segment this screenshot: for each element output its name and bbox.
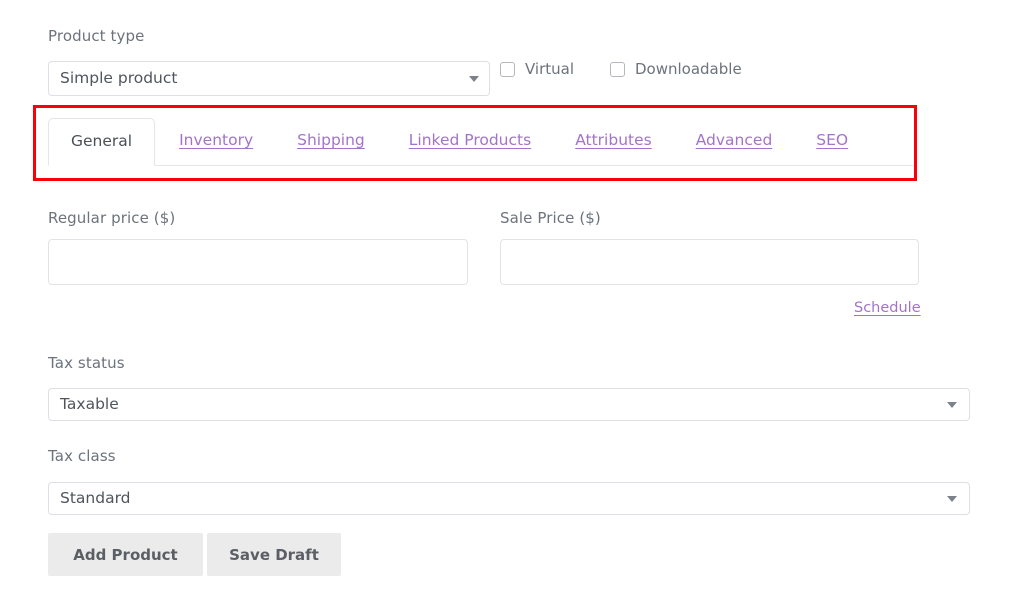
tax-class-label: Tax class — [48, 447, 116, 465]
sale-price-input[interactable] — [500, 239, 919, 285]
virtual-checkbox[interactable] — [500, 62, 515, 77]
tab-linked-products[interactable]: Linked Products — [409, 117, 531, 165]
virtual-checkbox-group[interactable]: Virtual — [500, 62, 574, 77]
tab-seo[interactable]: SEO — [816, 117, 848, 165]
tax-status-selected-value: Taxable — [60, 394, 119, 413]
product-data-tabs: General Inventory Shipping Linked Produc… — [48, 118, 913, 166]
tax-class-selected-value: Standard — [60, 488, 131, 507]
tax-class-select[interactable]: Standard — [48, 482, 970, 515]
product-type-select[interactable]: Simple product — [48, 61, 490, 96]
tab-shipping[interactable]: Shipping — [297, 117, 365, 165]
save-draft-button[interactable]: Save Draft — [207, 533, 341, 576]
product-type-label: Product type — [48, 27, 145, 45]
product-type-selected-value: Simple product — [60, 68, 178, 87]
chevron-down-icon — [469, 75, 479, 82]
chevron-down-icon — [947, 495, 957, 502]
add-product-button[interactable]: Add Product — [48, 533, 203, 576]
virtual-checkbox-label: Virtual — [525, 60, 575, 78]
regular-price-input[interactable] — [48, 239, 468, 285]
tab-attributes[interactable]: Attributes — [575, 117, 652, 165]
tax-status-label: Tax status — [48, 354, 125, 372]
downloadable-checkbox[interactable] — [610, 62, 625, 77]
tab-advanced[interactable]: Advanced — [696, 117, 773, 165]
schedule-link[interactable]: Schedule — [854, 301, 921, 316]
downloadable-checkbox-label: Downloadable — [635, 60, 742, 78]
sale-price-label: Sale Price ($) — [500, 209, 601, 227]
tab-general[interactable]: General — [48, 118, 156, 166]
tab-inventory[interactable]: Inventory — [179, 117, 253, 165]
downloadable-checkbox-group[interactable]: Downloadable — [610, 62, 742, 77]
regular-price-label: Regular price ($) — [48, 209, 176, 227]
tax-status-select[interactable]: Taxable — [48, 388, 970, 421]
chevron-down-icon — [947, 401, 957, 408]
